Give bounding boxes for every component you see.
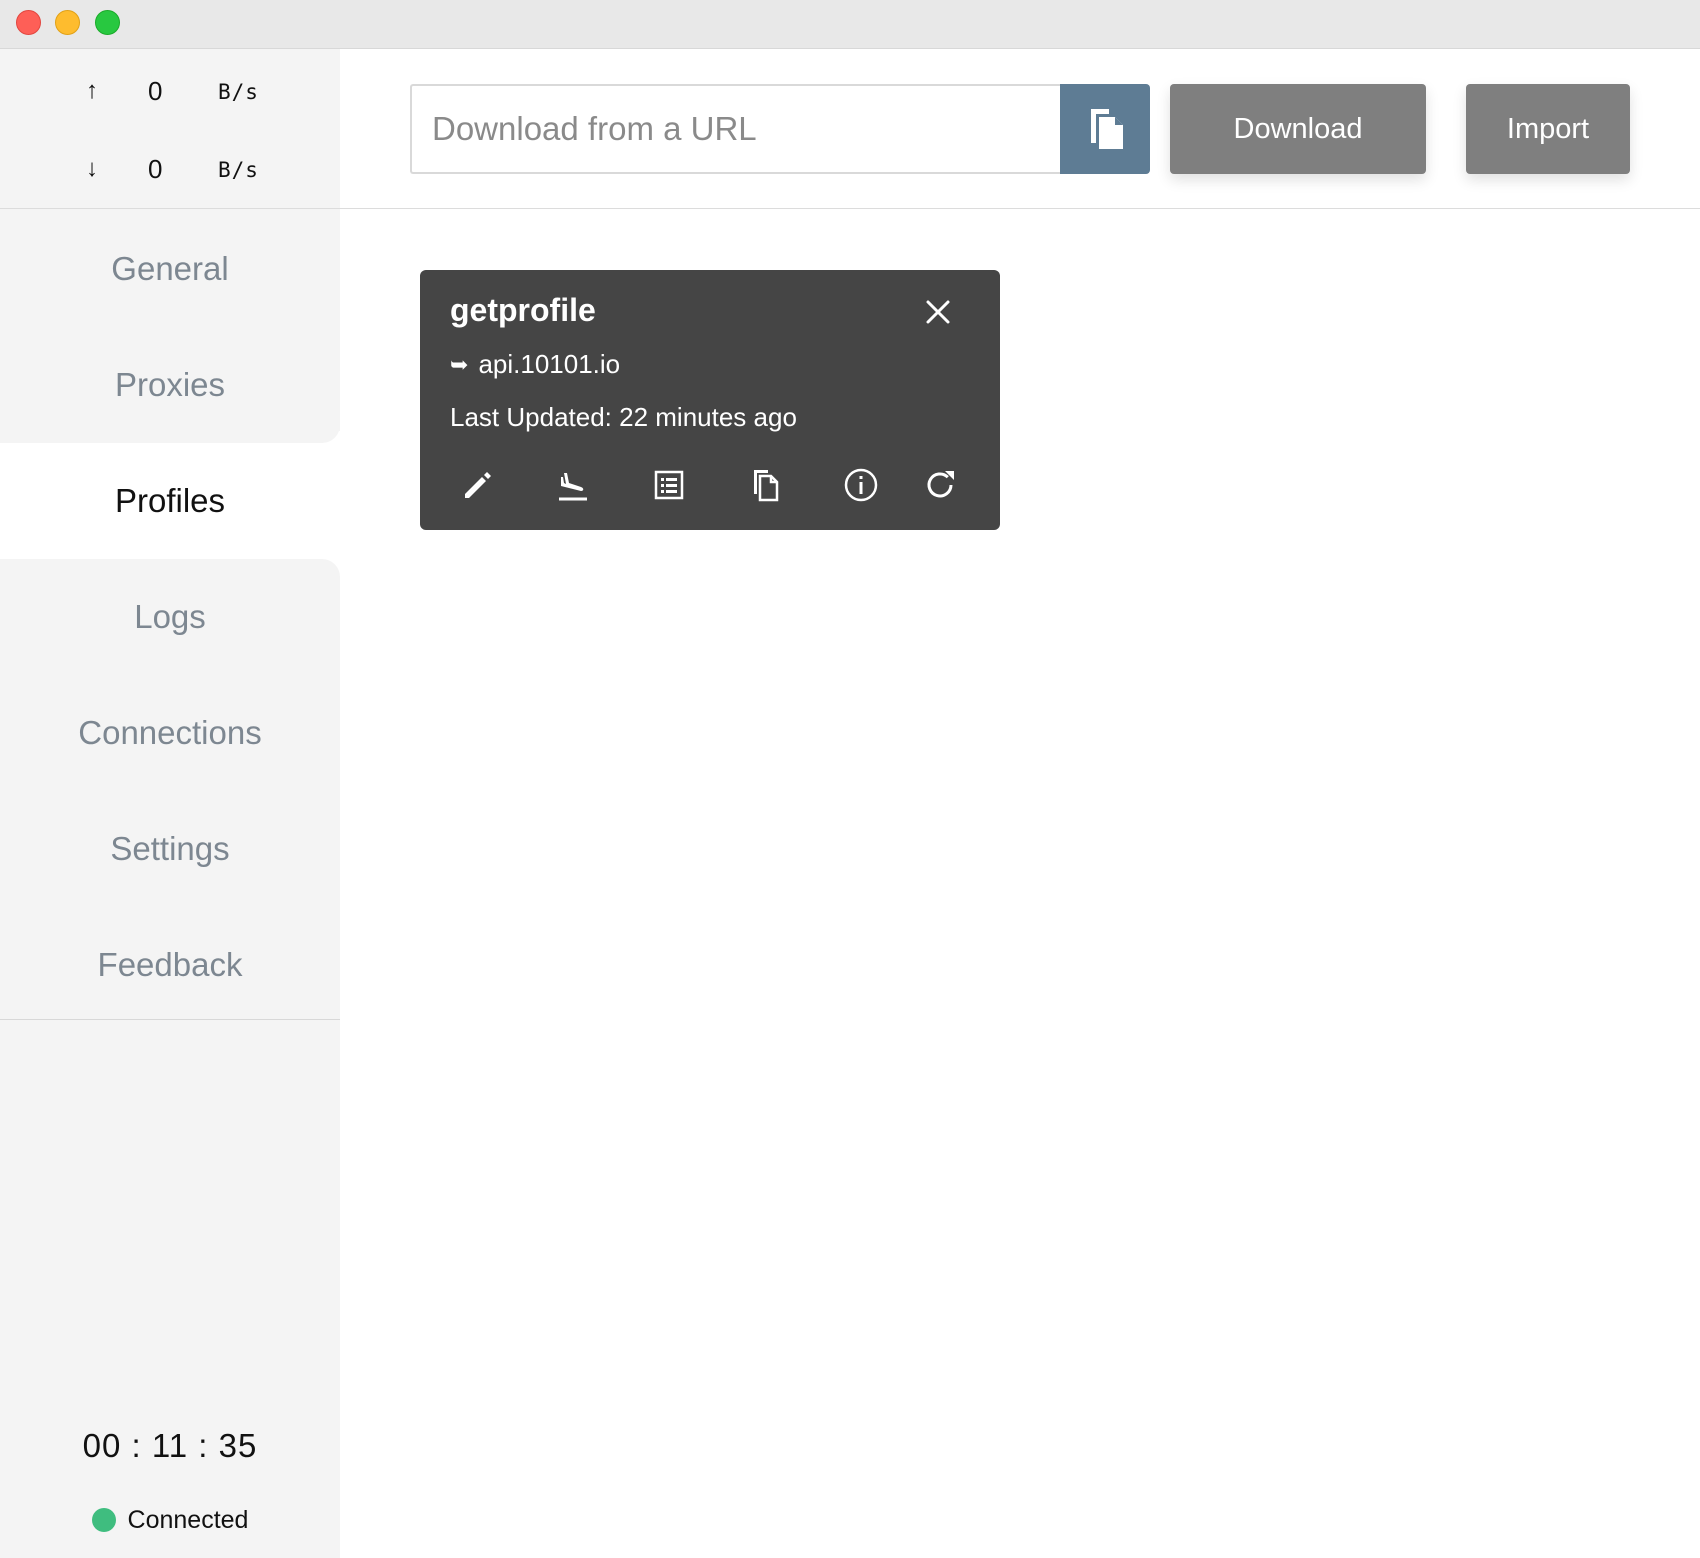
download-button[interactable]: Download [1170,84,1426,174]
sidebar-item-general[interactable]: General [0,211,340,327]
main-content: Download Import getprofile ➥ api.10101.i… [340,49,1700,1558]
title-bar [0,0,1700,49]
download-arrow-icon: ↓ [86,155,98,182]
uptime-timer: 00 : 11 : 35 [82,1427,258,1464]
upload-unit: B/s [218,80,259,104]
app-window: ↑ 0 B/s ↓ 0 B/s General Proxies Profiles… [0,0,1700,1558]
edit-icon [465,472,491,498]
status-dot-icon [91,1508,116,1532]
close-window-button[interactable] [16,10,41,35]
profile-info-button[interactable] [836,460,886,510]
refresh-profile-button[interactable] [916,460,966,510]
copy-icon [754,470,779,502]
download-value: 0 [148,154,163,184]
minimize-window-button[interactable] [55,10,80,35]
info-icon [844,468,878,502]
close-icon[interactable] [920,294,956,330]
sidebar-item-logs[interactable]: Logs [0,559,340,675]
download-toolbar: Download Import [340,49,1700,209]
profile-name: getprofile [450,292,596,328]
view-rules-button[interactable] [644,460,694,510]
upload-value: 0 [148,76,163,106]
sidebar-divider [0,1019,340,1020]
upload-arrow-icon: ↑ [86,77,98,104]
status-label: Connected [127,1505,249,1534]
download-unit: B/s [218,158,259,182]
sidebar-nav: General Proxies Profiles Logs Connection… [0,211,340,1023]
flight-land-button[interactable] [548,460,598,510]
profile-host: ➥ api.10101.io [450,349,620,380]
sidebar: ↑ 0 B/s ↓ 0 B/s General Proxies Profiles… [0,49,340,1558]
sidebar-item-connections[interactable]: Connections [0,675,340,791]
maximize-window-button[interactable] [95,10,120,35]
paste-icon [1091,109,1123,149]
profile-card[interactable]: getprofile ➥ api.10101.io Last Updated: … [420,270,1000,530]
flight-land-icon [559,473,587,501]
url-input[interactable] [410,84,1060,174]
redirect-arrow-icon: ➥ [450,351,469,377]
profile-actions [420,460,1000,510]
sidebar-item-feedback[interactable]: Feedback [0,907,340,1023]
duplicate-profile-button[interactable] [740,460,790,510]
traffic-stats: ↑ 0 B/s ↓ 0 B/s [0,49,340,209]
list-icon [654,470,684,500]
upload-rate: ↑ 0 B/s [0,71,340,111]
connection-status: Connected [0,1503,340,1537]
refresh-icon [927,471,954,498]
sidebar-item-settings[interactable]: Settings [0,791,340,907]
sidebar-item-proxies[interactable]: Proxies [0,327,340,443]
sidebar-item-profiles[interactable]: Profiles [0,443,340,559]
profile-last-updated: Last Updated: 22 minutes ago [450,402,797,432]
import-button[interactable]: Import [1466,84,1630,174]
download-rate: ↓ 0 B/s [0,149,340,189]
paste-button[interactable] [1060,84,1150,174]
profile-host-label: api.10101.io [478,349,621,379]
edit-profile-button[interactable] [452,460,502,510]
